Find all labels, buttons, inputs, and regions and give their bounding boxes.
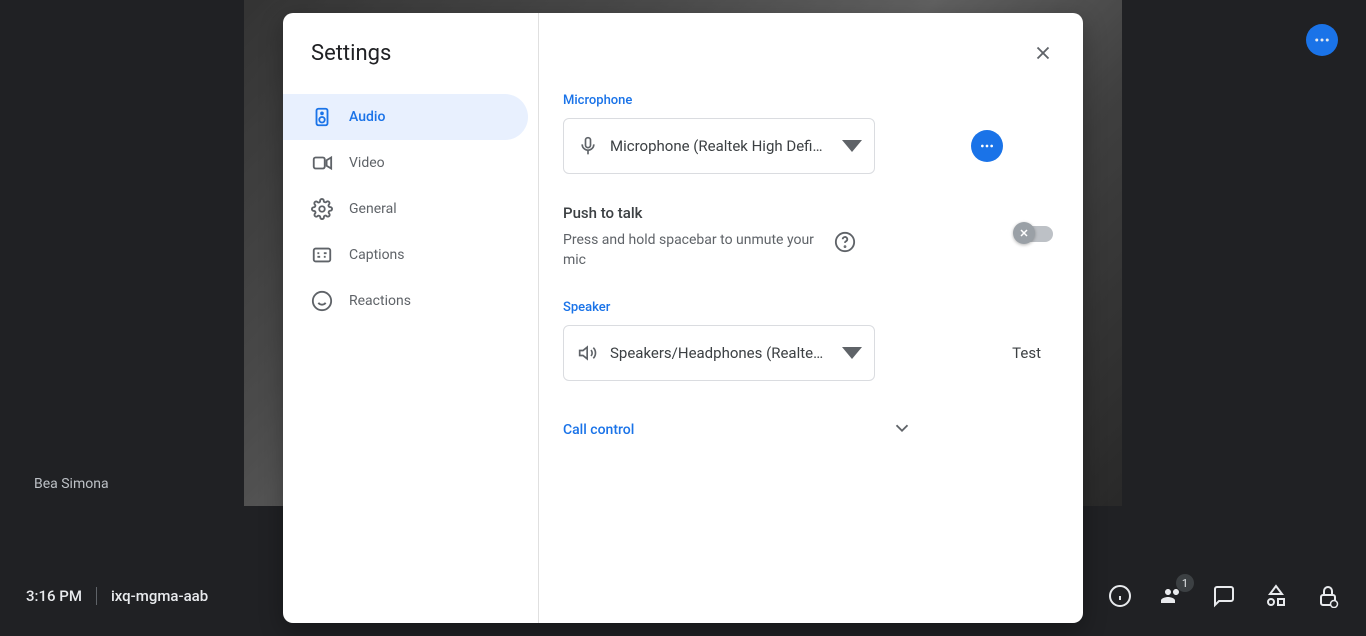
- expand-icon: [891, 417, 913, 443]
- settings-dialog: Settings Audio Video General Captions Re…: [283, 13, 1083, 623]
- speaker-value: Speakers/Headphones (Realtek Hig…: [610, 344, 830, 362]
- chat-icon[interactable]: [1212, 584, 1236, 608]
- test-speaker-button[interactable]: Test: [1000, 336, 1053, 370]
- participant-name: Bea Simona: [34, 476, 109, 492]
- bottom-right-controls: 1: [1108, 584, 1340, 608]
- chevron-down-icon: [842, 136, 862, 156]
- settings-sidebar: Settings Audio Video General Captions Re…: [283, 13, 539, 623]
- clock-time: 3:16 PM: [26, 587, 82, 605]
- gear-icon: [311, 198, 333, 220]
- push-to-talk-section: Push to talk Press and hold spacebar to …: [563, 204, 1053, 270]
- volume-icon: [578, 343, 598, 363]
- speaker-select[interactable]: Speakers/Headphones (Realtek Hig…: [563, 325, 875, 381]
- divider: [96, 587, 97, 605]
- settings-content: Microphone Microphone (Realtek High Defi…: [539, 13, 1083, 623]
- help-icon: [834, 231, 856, 253]
- speaker-icon: [311, 106, 333, 128]
- activities-icon[interactable]: [1264, 584, 1288, 608]
- ptt-description: Press and hold spacebar to unmute your m…: [563, 230, 823, 270]
- people-count-badge: 1: [1176, 574, 1194, 592]
- sidebar-item-video[interactable]: Video: [283, 140, 528, 186]
- host-controls-icon[interactable]: [1316, 584, 1340, 608]
- sidebar-item-reactions[interactable]: Reactions: [283, 278, 528, 324]
- sidebar-item-general[interactable]: General: [283, 186, 528, 232]
- speaker-label: Speaker: [563, 300, 1053, 315]
- close-icon: [1032, 42, 1054, 64]
- microphone-value: Microphone (Realtek High Definitio…: [610, 137, 830, 155]
- sidebar-item-label: Captions: [349, 247, 405, 263]
- chevron-down-icon: [891, 417, 913, 439]
- close-button[interactable]: [1023, 33, 1063, 73]
- ptt-title: Push to talk: [563, 204, 1015, 222]
- sidebar-item-label: Reactions: [349, 293, 411, 309]
- mic-icon: [578, 136, 598, 156]
- dialog-title: Settings: [283, 35, 538, 94]
- microphone-label: Microphone: [563, 93, 1053, 108]
- chevron-down-icon: [842, 343, 862, 363]
- sidebar-item-label: Audio: [349, 109, 385, 125]
- dots-icon: [979, 138, 995, 154]
- meeting-info: 3:16 PM ixq-mgma-aab: [26, 587, 208, 605]
- smile-icon: [311, 290, 333, 312]
- captions-icon: [311, 244, 333, 266]
- call-control-section[interactable]: Call control: [563, 417, 1053, 443]
- meeting-code: ixq-mgma-aab: [111, 587, 208, 605]
- microphone-select[interactable]: Microphone (Realtek High Definitio…: [563, 118, 875, 174]
- people-icon[interactable]: 1: [1160, 584, 1184, 608]
- toggle-knob: [1013, 222, 1035, 244]
- ptt-toggle[interactable]: [1015, 226, 1053, 242]
- more-options-button[interactable]: [1306, 24, 1338, 56]
- x-icon: [1018, 227, 1030, 239]
- video-icon: [311, 152, 333, 174]
- sidebar-item-captions[interactable]: Captions: [283, 232, 528, 278]
- sidebar-item-label: Video: [349, 155, 385, 171]
- info-icon[interactable]: [1108, 584, 1132, 608]
- sidebar-item-label: General: [349, 201, 397, 217]
- ptt-help-button[interactable]: [833, 230, 857, 254]
- mic-level-indicator[interactable]: [971, 130, 1003, 162]
- call-control-label: Call control: [563, 422, 634, 438]
- sidebar-item-audio[interactable]: Audio: [283, 94, 528, 140]
